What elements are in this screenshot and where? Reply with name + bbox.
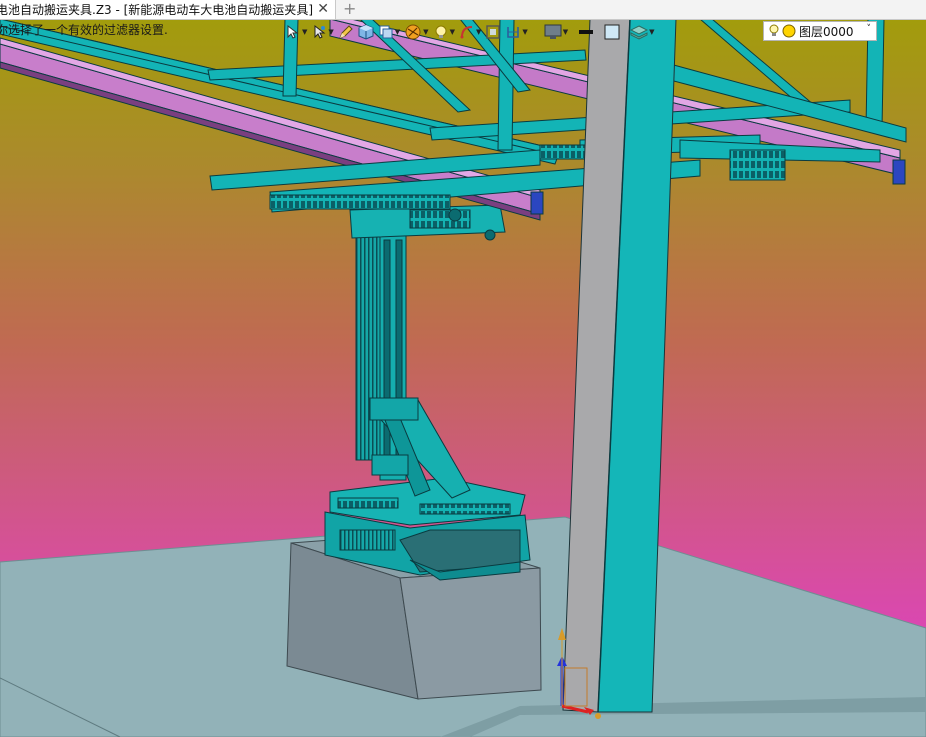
trolley bbox=[349, 204, 506, 241]
arrow-pick-icon[interactable]: ▼ bbox=[285, 22, 307, 42]
layer-visibility-bulb-icon[interactable] bbox=[768, 24, 780, 38]
document-tab[interactable]: 电池自动搬运夹具.Z3 - [新能源电动车大电池自动搬运夹具] ✕ bbox=[0, 0, 336, 19]
cursor-icon[interactable]: ▼ bbox=[311, 22, 334, 42]
layer-name: 图层0000 bbox=[799, 24, 854, 39]
section-icon[interactable]: ▼ bbox=[505, 22, 528, 42]
chevron-down-icon[interactable]: ˅ bbox=[867, 24, 872, 34]
model-scene bbox=[0, 19, 926, 737]
app-window: 电池自动搬运夹具.Z3 - [新能源电动车大电池自动搬运夹具] ✕ + 你选择了… bbox=[0, 0, 926, 737]
new-tab-button[interactable]: + bbox=[343, 0, 356, 18]
document-tab-bar: 电池自动搬运夹具.Z3 - [新能源电动车大电池自动搬运夹具] ✕ + bbox=[0, 0, 926, 20]
frame-icon[interactable] bbox=[485, 22, 501, 42]
copy-view-icon[interactable]: ▼ bbox=[378, 22, 400, 42]
layer-color-dot-icon bbox=[782, 24, 796, 38]
lightbulb-icon[interactable]: ▼ bbox=[433, 22, 455, 42]
status-text-line-2: 你选择了一个有效的过滤器设置. bbox=[0, 23, 168, 37]
pencil-icon[interactable] bbox=[338, 22, 354, 42]
fill-color-icon[interactable] bbox=[604, 22, 620, 42]
layer-stack-icon[interactable]: ▼ bbox=[630, 22, 655, 42]
cube-view-icon[interactable] bbox=[358, 22, 374, 42]
lifting-mast bbox=[355, 224, 471, 499]
close-tab-icon[interactable]: ✕ bbox=[317, 1, 329, 17]
monitor-icon[interactable]: ▼ bbox=[544, 22, 568, 42]
line-color-icon[interactable] bbox=[578, 22, 594, 42]
document-tab-title: 电池自动搬运夹具.Z3 - [新能源电动车大电池自动搬运夹具] bbox=[0, 3, 313, 17]
arc-icon[interactable]: ▼ bbox=[459, 22, 481, 42]
3d-viewport[interactable] bbox=[0, 19, 926, 737]
view-toolbar: ▼ ▼ ▼ ▼ ▼ ▼ ▼ ▼ ▼ bbox=[285, 20, 655, 44]
render-mode-icon[interactable]: ▼ bbox=[404, 22, 429, 42]
layer-dropdown[interactable]: 图层0000 ˅ bbox=[763, 21, 877, 41]
